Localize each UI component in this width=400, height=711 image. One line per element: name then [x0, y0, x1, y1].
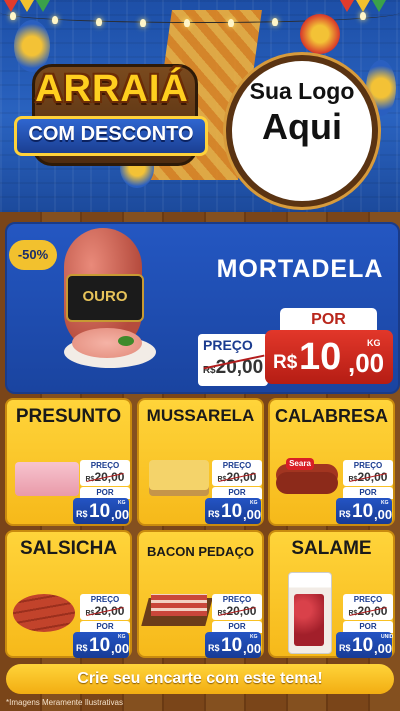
logo-line2: Aqui: [262, 106, 342, 147]
price-unit: KG: [367, 338, 381, 348]
brand-label: OURO: [66, 274, 144, 322]
product-name: SALAME: [291, 538, 372, 559]
price-integer: 10: [221, 635, 243, 656]
new-price-label: POR: [280, 308, 377, 332]
old-price-tag: PREÇOR$20,00: [343, 594, 393, 620]
new-price-tag: R$ 10,00 KG: [73, 632, 129, 658]
price-integer: 10: [352, 501, 374, 522]
product-card-calabresa[interactable]: CALABRESA Seara PREÇOR$20,00 POR R$10,00…: [268, 398, 395, 526]
title-arraia: ARRAIÁ: [35, 68, 189, 110]
price-unit: UNID: [381, 634, 394, 640]
product-card-mussarela[interactable]: MUSSARELA PREÇOR$20,00 POR R$10,00KG: [137, 398, 264, 526]
bunting-flag-icon: [20, 0, 34, 12]
price-unit: KG: [118, 634, 126, 640]
price-integer: 10: [89, 501, 111, 522]
calabresa-image: [276, 472, 338, 494]
light-bulb-icon: [96, 18, 102, 26]
seara-logo: Seara: [286, 458, 314, 470]
old-price-label: PREÇO: [222, 461, 252, 470]
new-price-tag: R$ 10 ,00 KG: [265, 330, 393, 384]
new-price-tag: R$ 10,00 KG: [73, 498, 129, 524]
salame-slices-image: [294, 594, 324, 646]
price-unit: KG: [250, 634, 258, 640]
old-price-label: PREÇO: [203, 337, 253, 353]
old-price-tag: PREÇOR$20,00: [80, 460, 130, 486]
disclaimer-text: *Imagens Meramente Ilustrativas: [6, 698, 123, 707]
price-integer: 10: [89, 635, 111, 656]
price-decimal: ,00: [111, 507, 130, 522]
product-card-presunto[interactable]: PRESUNTO PREÇOR$20,00 POR R$10,00KG: [5, 398, 132, 526]
herb-garnish-icon: [118, 336, 134, 346]
old-price-label: PREÇO: [90, 461, 120, 470]
arraia-title-sign: ARRAIÁ COM DESCONTO: [14, 54, 208, 166]
new-price-tag: R$ 10,00 KG: [205, 498, 261, 524]
product-name: CALABRESA: [274, 406, 388, 426]
light-bulb-icon: [228, 19, 234, 27]
product-name: SALSICHA: [19, 538, 118, 559]
old-price-tag: PREÇOR$20,00: [80, 594, 130, 620]
currency-symbol: R$: [339, 509, 351, 519]
light-bulb-icon: [52, 16, 58, 24]
light-bulb-icon: [10, 12, 16, 20]
price-unit: KG: [250, 500, 258, 506]
new-price-tag: R$ 10,00 KG: [336, 498, 392, 524]
bunting-flag-icon: [4, 0, 18, 12]
light-bulb-icon: [184, 19, 190, 27]
mussarela-image: [149, 460, 209, 490]
light-bulb-icon: [360, 12, 366, 20]
bunting-flag-icon: [340, 0, 354, 12]
currency-symbol: R$: [208, 509, 220, 519]
product-name: MUSSARELA: [146, 406, 255, 425]
presunto-image: [15, 462, 79, 496]
price-decimal: ,00: [111, 641, 130, 656]
price-integer: 10: [299, 336, 342, 378]
light-bulb-icon: [272, 18, 278, 26]
new-price-tag: R$ 10,00 KG: [205, 632, 261, 658]
bunting-flag-icon: [36, 0, 50, 12]
product-name: PRESUNTO: [15, 406, 122, 427]
old-price-label: PREÇO: [353, 461, 383, 470]
logo-text: Sua Logo Aqui: [226, 76, 378, 148]
currency-symbol: R$: [273, 352, 298, 373]
product-card-salame[interactable]: SALAME PREÇOR$20,00 POR R$10,00UNID: [268, 530, 395, 658]
lantern-icon: [300, 14, 340, 54]
currency-symbol: R$: [339, 643, 351, 653]
bunting-flag-icon: [356, 0, 370, 12]
old-price-label: PREÇO: [222, 595, 252, 604]
bacon-image: [151, 594, 207, 616]
product-card-salsicha[interactable]: SALSICHA PREÇOR$20,00 POR R$10,00KG: [5, 530, 132, 658]
price-integer: 10: [352, 635, 374, 656]
new-price-tag: R$ 10,00 UNID: [336, 632, 394, 658]
old-price-tag: PREÇOR$20,00: [343, 460, 393, 486]
old-price-tag: PREÇOR$20,00: [212, 594, 262, 620]
old-price-label: PREÇO: [90, 595, 120, 604]
currency-symbol: R$: [76, 643, 88, 653]
price-integer: 10: [221, 501, 243, 522]
old-price-label: PREÇO: [353, 595, 383, 604]
create-flyer-button[interactable]: Crie seu encarte com este tema!: [6, 664, 394, 694]
price-decimal: ,00: [348, 348, 385, 378]
title-com-desconto: COM DESCONTO: [28, 123, 194, 145]
salsicha-image: [13, 594, 75, 632]
old-price-tag: PREÇOR$20,00: [212, 460, 262, 486]
logo-line1: Sua Logo: [249, 78, 355, 104]
discount-badge: -50%: [9, 240, 57, 270]
light-bulb-icon: [140, 19, 146, 27]
product-name: BACON PEDAÇO: [147, 544, 254, 559]
price-decimal: ,00: [243, 507, 262, 522]
currency-symbol: R$: [208, 643, 220, 653]
price-unit: KG: [381, 500, 389, 506]
product-card-bacon[interactable]: BACON PEDAÇO PREÇOR$20,00 POR R$10,00KG: [137, 530, 264, 658]
price-unit: KG: [118, 500, 126, 506]
bunting-flag-icon: [372, 0, 386, 12]
featured-product-name: MORTADELA: [216, 255, 384, 283]
price-decimal: ,00: [374, 641, 393, 656]
price-decimal: ,00: [374, 507, 393, 522]
price-decimal: ,00: [243, 641, 262, 656]
currency-symbol: R$: [76, 509, 88, 519]
